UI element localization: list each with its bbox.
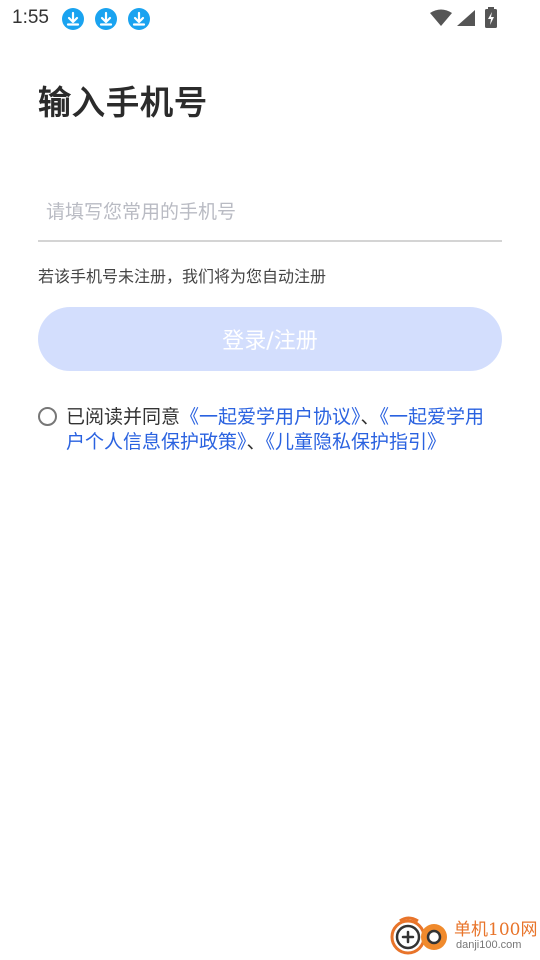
wifi-icon bbox=[430, 9, 452, 31]
agreement-separator: 、 bbox=[360, 406, 380, 428]
phone-input[interactable] bbox=[38, 194, 502, 230]
download-icon bbox=[95, 8, 117, 30]
status-time: 1:55 bbox=[12, 7, 49, 28]
agreement-radio[interactable] bbox=[38, 407, 57, 426]
watermark-name: 单机100网 bbox=[454, 920, 538, 940]
watermark-logo-icon bbox=[388, 915, 452, 959]
watermark: 单机100网 danji100.com bbox=[388, 913, 538, 959]
status-bar: 1:55 bbox=[0, 0, 540, 36]
auto-register-hint: 若该手机号未注册，我们将为您自动注册 bbox=[38, 267, 327, 286]
page-title: 输入手机号 bbox=[38, 83, 208, 122]
phone-field bbox=[38, 194, 502, 242]
user-agreement-link[interactable]: 《一起爱学用户协议》 bbox=[180, 406, 361, 428]
download-icon bbox=[128, 8, 150, 30]
agreement-separator: 、 bbox=[246, 431, 266, 453]
battery-charging-icon bbox=[484, 7, 498, 33]
download-icon bbox=[62, 8, 84, 30]
signal-icon bbox=[456, 9, 476, 31]
child-privacy-link[interactable]: 《儿童隐私保护指引》 bbox=[266, 431, 447, 453]
watermark-domain: danji100.com bbox=[456, 939, 522, 951]
agreement-prefix: 已阅读并同意 bbox=[66, 406, 181, 428]
login-register-button[interactable]: 登录/注册 bbox=[38, 307, 502, 371]
agreement-text: 已阅读并同意《一起爱学用户协议》、《一起爱学用户个人信息保护政策》、《儿童隐私保… bbox=[66, 405, 496, 455]
